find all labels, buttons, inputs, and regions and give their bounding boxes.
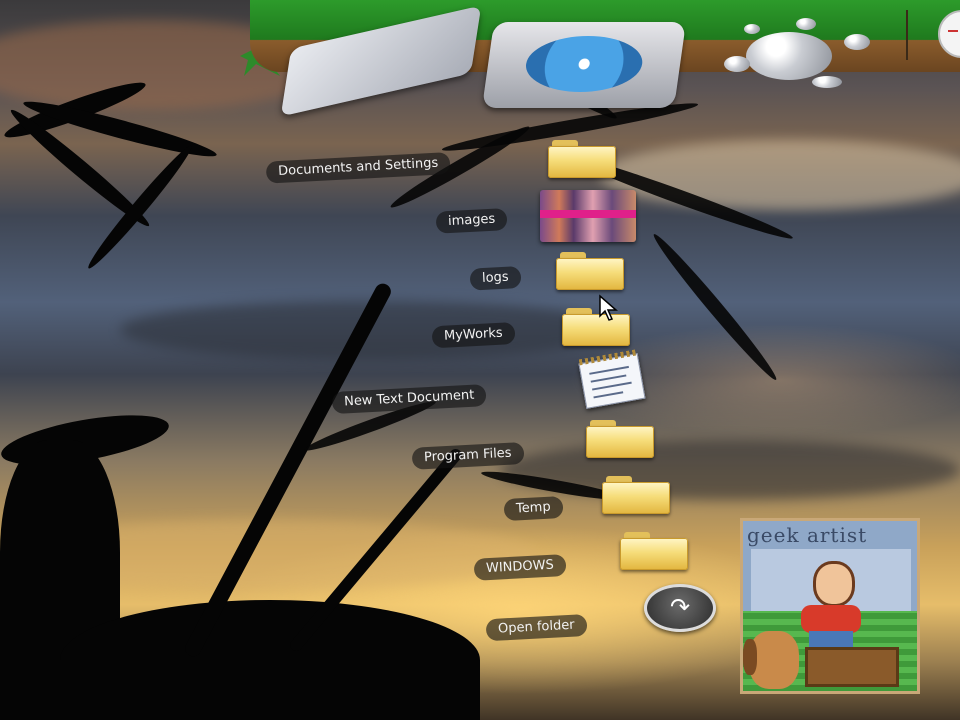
text-line: [589, 365, 629, 375]
open-folder-label[interactable]: Open folder: [485, 614, 588, 642]
avatar-widget[interactable]: geek artist: [740, 518, 920, 694]
bubble: [812, 76, 842, 88]
text-line: [592, 381, 632, 391]
stack-label-temp[interactable]: Temp: [503, 496, 564, 522]
dog-ear: [743, 639, 757, 675]
folder-icon[interactable]: [586, 420, 654, 458]
folder-icon[interactable]: [620, 532, 688, 570]
bubble: [724, 56, 750, 72]
thumbnail-band: [540, 210, 636, 218]
stack-label-myworks[interactable]: MyWorks: [431, 322, 516, 349]
disk-platter: [522, 36, 647, 92]
bubbles-icon[interactable]: [724, 18, 874, 90]
notepad-spiral: [578, 349, 637, 366]
bubble: [744, 24, 760, 34]
avatar-shirt: [801, 605, 861, 633]
text-line: [590, 374, 627, 383]
folder-icon[interactable]: [602, 476, 670, 514]
folder-body: [602, 482, 670, 514]
cloud: [600, 140, 960, 210]
open-arrow-icon[interactable]: ↷: [644, 584, 716, 632]
hard-disk-icon[interactable]: [481, 22, 687, 108]
folder-body: [556, 258, 624, 290]
widget-title: geek artist: [747, 523, 868, 547]
clock-hand: [948, 30, 958, 32]
folder-body: [586, 426, 654, 458]
widget-bench: [805, 647, 899, 687]
stack-label-new-text-document[interactable]: New Text Document: [331, 384, 487, 415]
stack-label-logs[interactable]: logs: [469, 266, 522, 291]
image-thumbnail-icon[interactable]: [540, 190, 636, 242]
folder-body: [548, 146, 616, 178]
folder-icon[interactable]: [548, 140, 616, 178]
avatar-face: [813, 561, 855, 607]
mouse-cursor-icon: [599, 294, 618, 321]
bubble: [746, 32, 832, 80]
text-line: [593, 391, 624, 399]
text-document-icon[interactable]: [578, 349, 646, 409]
bubble: [844, 34, 870, 50]
bubble: [796, 18, 816, 30]
folder-icon[interactable]: [556, 252, 624, 290]
folder-body: [620, 538, 688, 570]
dock-divider: [906, 10, 908, 60]
stack-label-documents-and-settings[interactable]: Documents and Settings: [265, 152, 451, 184]
stack-label-images[interactable]: images: [435, 208, 508, 234]
stack-label-windows[interactable]: WINDOWS: [473, 554, 567, 581]
